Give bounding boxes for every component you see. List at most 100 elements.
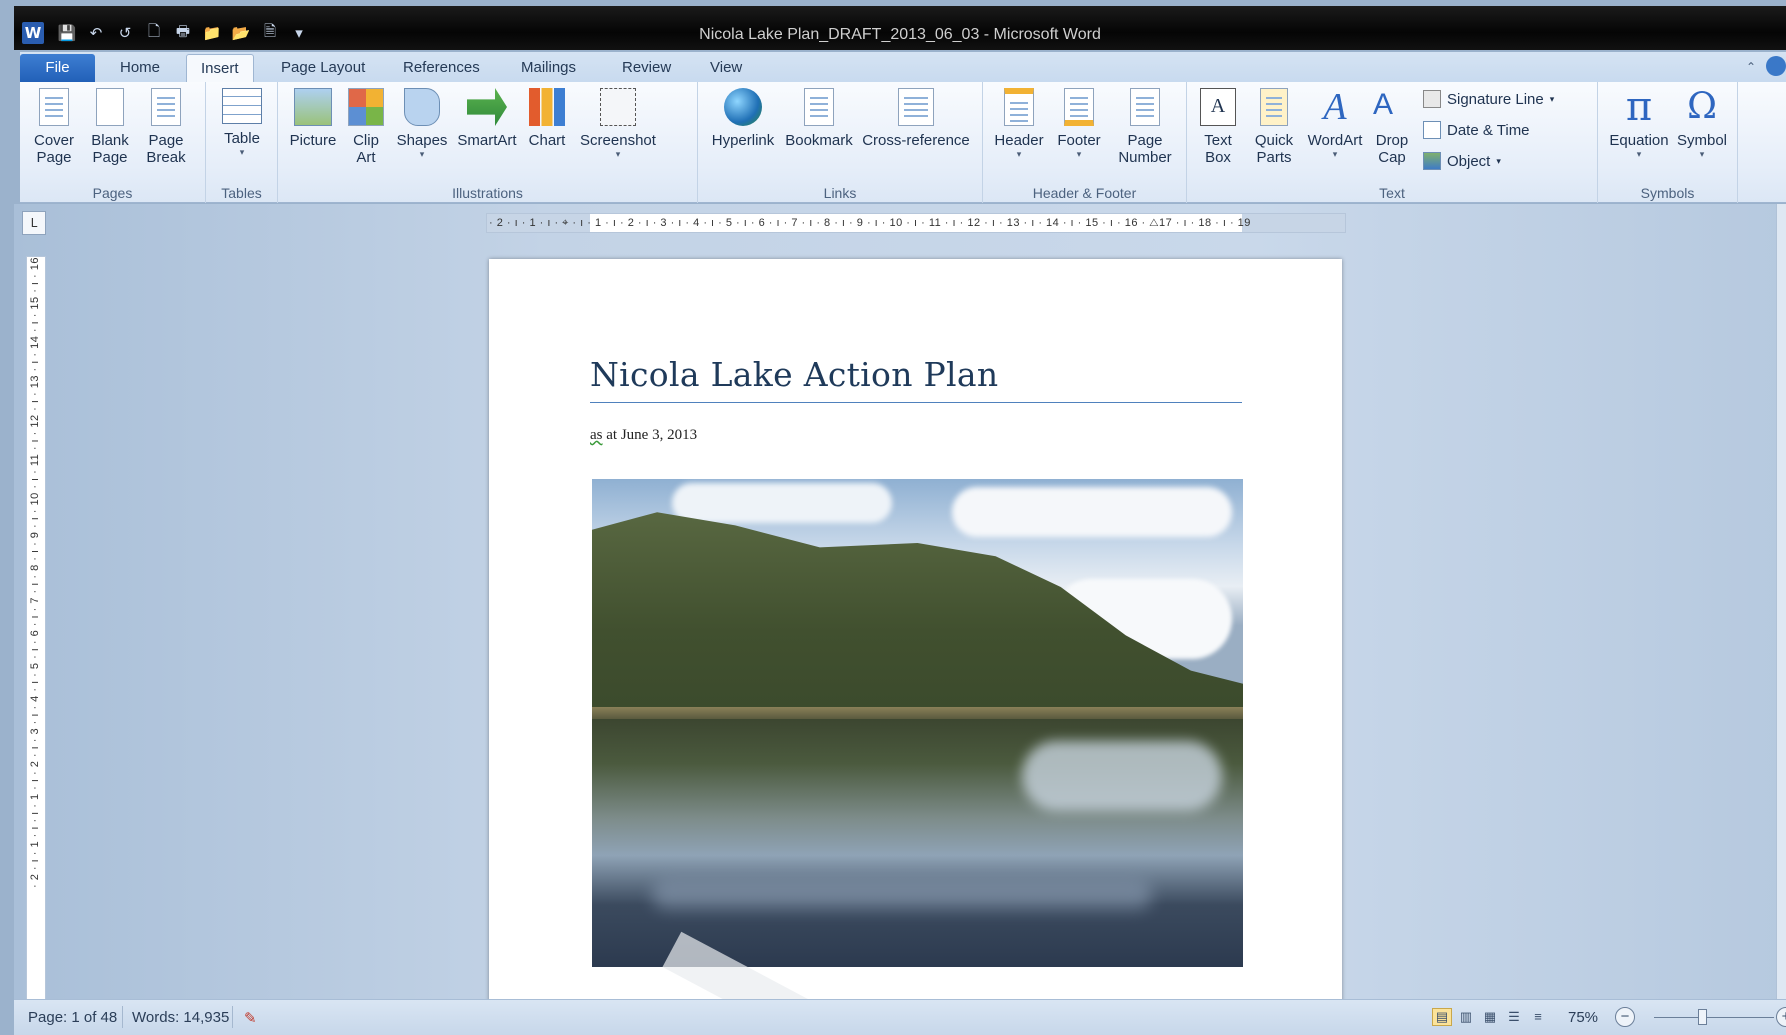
draft-view-icon[interactable]: ≡ (1528, 1008, 1548, 1026)
group-tables: Table ▾ Tables (206, 82, 278, 203)
group-label-illustrations: Illustrations (452, 185, 523, 201)
calendar-icon (1423, 121, 1441, 139)
signature-dropdown-icon: ▾ (1549, 93, 1555, 104)
word-window: W 💾 ↶ ↺ 🗋 🖶 📁 📂 🗎 ▾ Nicola Lake Plan_DRA… (0, 0, 1786, 1035)
chart-icon (529, 88, 565, 126)
object-icon (1423, 152, 1441, 170)
tab-home[interactable]: Home (106, 54, 174, 82)
smartart-button[interactable]: SmartArt (454, 88, 520, 149)
window-title: Nicola Lake Plan_DRAFT_2013_06_03 - Micr… (699, 26, 1101, 43)
cover-page-button[interactable]: Cover Page (28, 88, 80, 166)
clip-art-button[interactable]: Clip Art (344, 88, 388, 166)
cover-page-icon (39, 88, 69, 126)
document-subtitle[interactable]: as at June 3, 2013 (590, 427, 697, 444)
symbol-button[interactable]: Ω Symbol ▾ (1674, 88, 1730, 160)
object-button[interactable]: Object ▾ (1423, 152, 1501, 170)
signature-icon (1423, 90, 1441, 108)
cloud (952, 487, 1232, 537)
page-break-icon (151, 88, 181, 126)
footer-icon (1064, 88, 1094, 126)
quick-parts-button[interactable]: Quick Parts (1247, 88, 1301, 166)
pi-icon: π (1625, 84, 1653, 130)
text-box-icon: A (1200, 88, 1236, 126)
object-dropdown-icon: ▾ (1496, 155, 1501, 166)
group-label-tables: Tables (221, 185, 262, 201)
symbol-dropdown-icon: ▾ (1699, 149, 1705, 159)
vertical-ruler[interactable]: · 2 · ı · 1 · ı · ı · 1 · ı · 2 · ı · 3 … (26, 256, 46, 1001)
full-screen-reading-icon[interactable]: ▥ (1456, 1008, 1476, 1026)
footer-button[interactable]: Footer ▾ (1051, 88, 1107, 159)
smartart-icon (467, 88, 507, 126)
tab-view[interactable]: View (696, 54, 756, 82)
ribbon-insert: Cover Page Blank Page Page Break Pages T… (20, 82, 1786, 203)
blank-page-button[interactable]: Blank Page (84, 88, 136, 166)
bookmark-button[interactable]: Bookmark (782, 88, 856, 149)
quick-parts-icon (1260, 88, 1288, 126)
tab-insert[interactable]: Insert (186, 54, 254, 82)
document-page[interactable]: Nicola Lake Action Plan as at June 3, 20… (489, 259, 1342, 1004)
tab-mailings[interactable]: Mailings (507, 54, 590, 82)
group-text: A Text Box Quick Parts A WordArt ▾ A Dro… (1187, 82, 1598, 203)
header-button[interactable]: Header ▾ (989, 88, 1049, 159)
bookmark-icon (804, 88, 834, 126)
horizontal-ruler[interactable]: · 2 · ı · 1 · ı · ⌖ · ı · 1 · ı · 2 · ı … (486, 213, 1346, 233)
header-dropdown-icon: ▾ (1016, 149, 1022, 159)
tab-selector[interactable]: L (22, 211, 46, 235)
tab-file[interactable]: File (20, 54, 95, 82)
picture-icon (294, 88, 332, 126)
zoom-in-icon[interactable]: + (1776, 1007, 1786, 1027)
lake-photo[interactable] (592, 479, 1243, 967)
page-break-button[interactable]: Page Break (140, 88, 192, 166)
zoom-slider-track[interactable] (1654, 1017, 1774, 1018)
zoom-level[interactable]: 75% (1568, 1009, 1598, 1026)
picture-button[interactable]: Picture (284, 88, 342, 149)
document-workspace[interactable]: L · 2 · ı · 1 · ı · ⌖ · ı · 1 · ı · 2 · … (14, 204, 1786, 1004)
text-box-button[interactable]: A Text Box (1193, 88, 1243, 166)
horizontal-ruler-scale: · 2 · ı · 1 · ı · ⌖ · ı · 1 · ı · 2 · ı … (489, 217, 1251, 229)
table-button[interactable]: Table ▾ (214, 88, 270, 157)
drop-cap-button[interactable]: A Drop Cap (1369, 88, 1415, 166)
footer-dropdown-icon: ▾ (1076, 149, 1082, 159)
proofing-icon[interactable]: ✎ (244, 1009, 257, 1027)
drop-cap-icon: A (1373, 88, 1394, 121)
outline-view-icon[interactable]: ☰ (1504, 1008, 1524, 1026)
tab-review[interactable]: Review (608, 54, 685, 82)
cloud (672, 483, 892, 523)
right-margin-area (1242, 214, 1345, 232)
tab-references[interactable]: References (389, 54, 494, 82)
print-layout-view-icon[interactable]: ▤ (1432, 1008, 1452, 1026)
hyperlink-button[interactable]: Hyperlink (706, 88, 780, 149)
equation-button[interactable]: π Equation ▾ (1606, 84, 1672, 159)
wordart-icon: A (1323, 86, 1347, 128)
clip-art-icon (348, 88, 384, 126)
group-links: Hyperlink Bookmark Cross-reference Links (698, 82, 983, 203)
ribbon-tabs: File Home Insert Page Layout References … (20, 52, 1786, 82)
cross-reference-button[interactable]: Cross-reference (860, 88, 972, 149)
page-count[interactable]: Page: 1 of 48 (28, 1009, 117, 1026)
screenshot-dropdown-icon: ▾ (615, 149, 621, 159)
date-time-button[interactable]: Date & Time (1423, 121, 1530, 139)
zoom-out-icon[interactable]: − (1615, 1007, 1635, 1027)
shapes-dropdown-icon: ▾ (419, 149, 425, 159)
minimize-ribbon-icon[interactable]: ⌃ (1746, 60, 1756, 74)
zoom-slider-thumb[interactable] (1698, 1009, 1707, 1025)
vertical-scrollbar[interactable] (1776, 204, 1786, 999)
wordart-button[interactable]: A WordArt ▾ (1303, 88, 1367, 159)
screenshot-button[interactable]: Screenshot ▾ (574, 88, 662, 159)
signature-line-button[interactable]: Signature Line ▾ (1423, 90, 1554, 108)
word-count[interactable]: Words: 14,935 (132, 1009, 229, 1026)
document-title[interactable]: Nicola Lake Action Plan (590, 355, 1242, 403)
shapes-button[interactable]: Shapes ▾ (392, 88, 452, 159)
chart-button[interactable]: Chart (522, 88, 572, 149)
group-label-header-footer: Header & Footer (1032, 185, 1137, 201)
shoreline (592, 707, 1243, 719)
help-icon[interactable] (1766, 56, 1786, 76)
group-illustrations: Picture Clip Art Shapes ▾ SmartArt Chart (278, 82, 698, 203)
tab-page-layout[interactable]: Page Layout (267, 54, 379, 82)
web-layout-icon[interactable]: ▦ (1480, 1008, 1500, 1026)
page-number-icon (1130, 88, 1160, 126)
group-label-pages: Pages (92, 185, 133, 201)
page-number-button[interactable]: Page Number (1109, 88, 1181, 166)
cloud-reflection (1022, 741, 1222, 811)
grammar-flagged-word[interactable]: as (590, 427, 603, 443)
